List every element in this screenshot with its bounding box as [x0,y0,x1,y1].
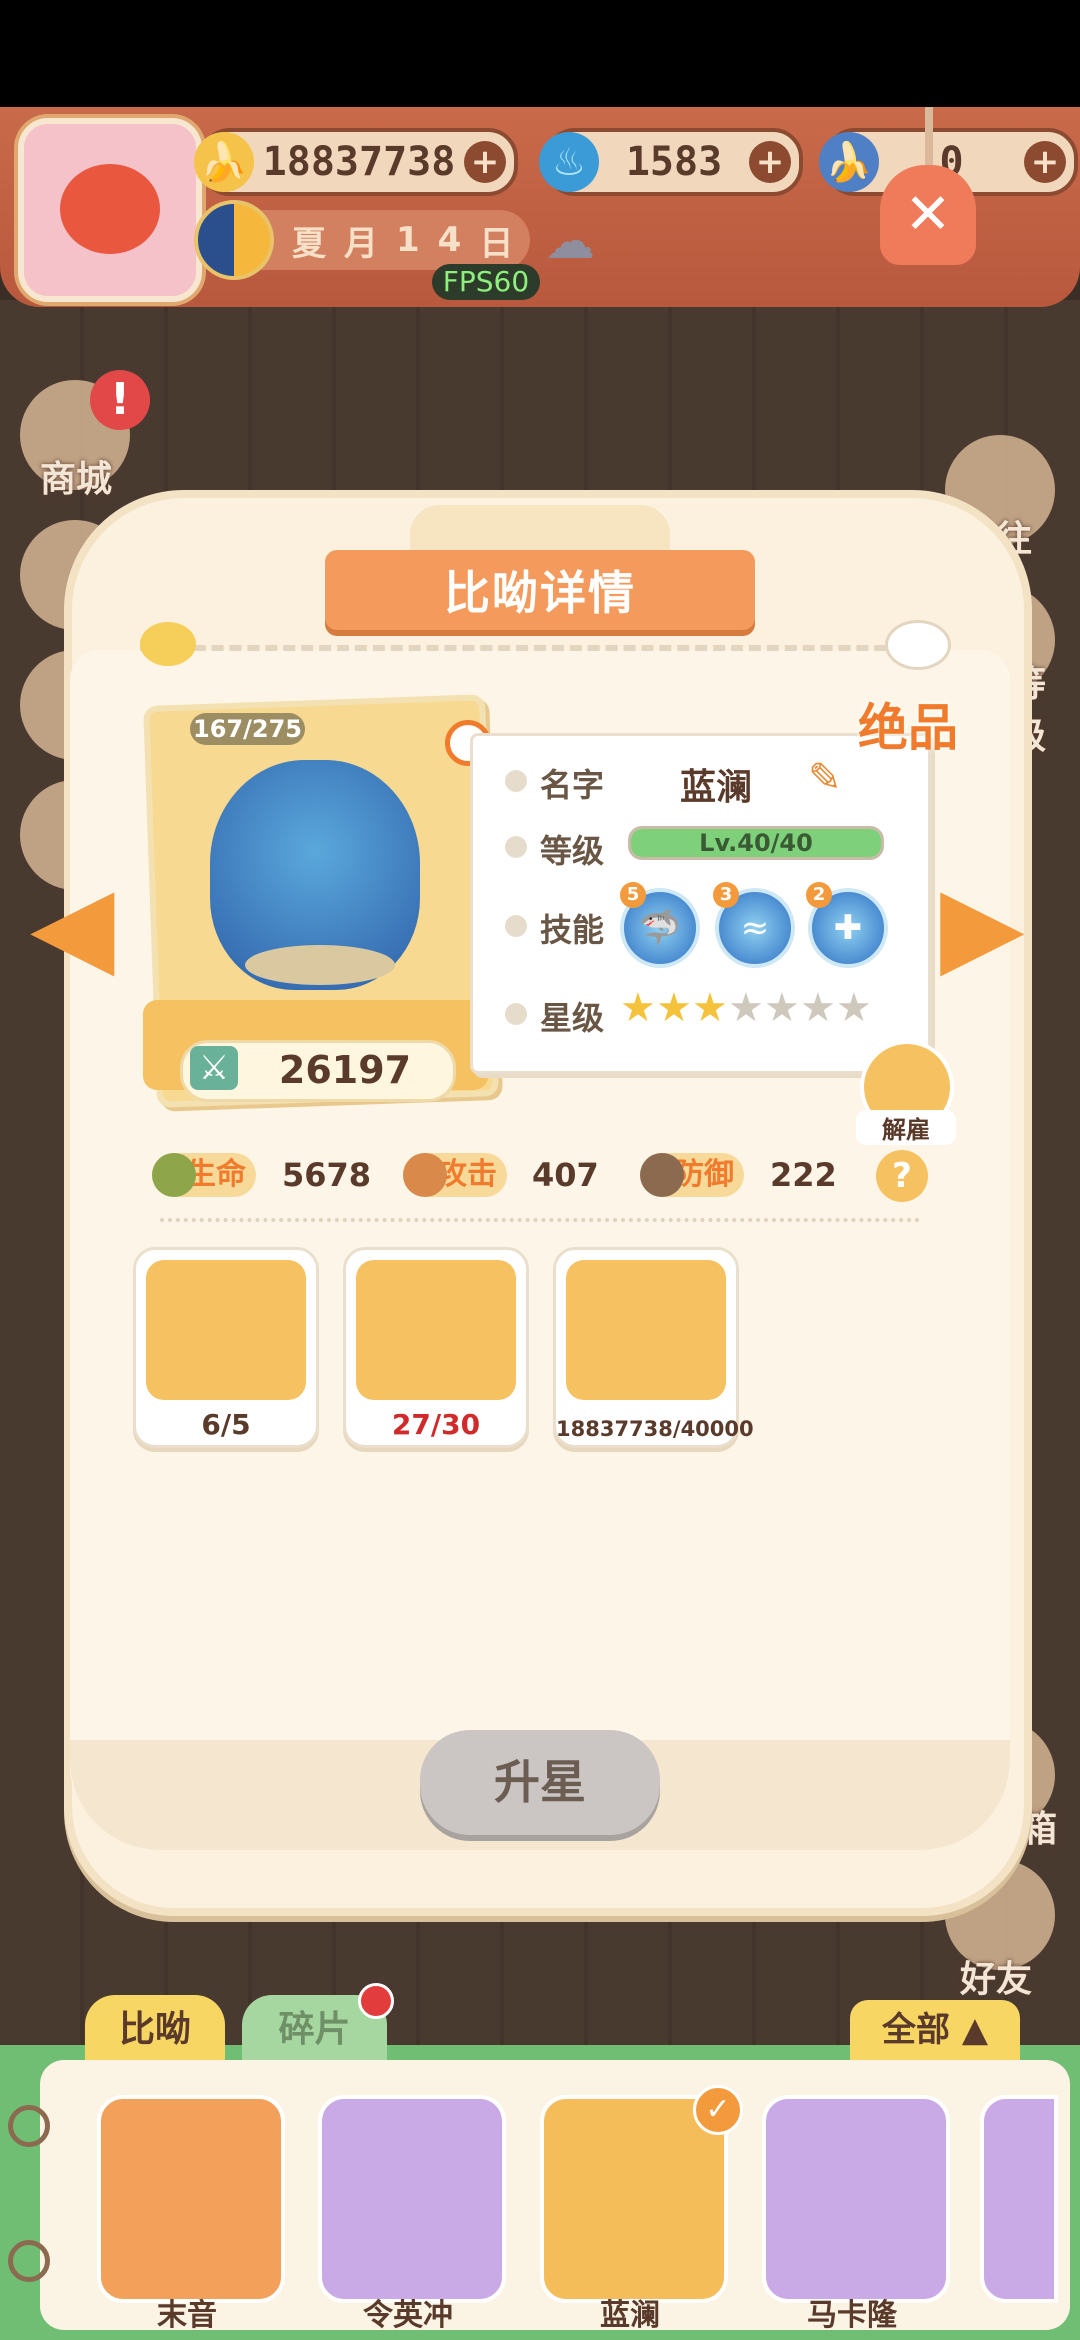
skill-level-badge: 3 [713,882,739,908]
material-slot[interactable]: 27/30 [343,1247,529,1448]
status-bar-area [0,0,1080,107]
help-button[interactable]: ? [876,1150,928,1202]
paw-icon [505,1003,527,1025]
currency-value: 1583 [625,139,723,185]
skill-level-badge: 2 [806,882,832,908]
dashed-divider [140,645,940,651]
level-text: Lv.40/40 [699,829,813,857]
material-slot[interactable]: 18837738/40000 [553,1247,754,1448]
defense-value: 222 [770,1156,837,1194]
crossed-swords-icon: ⚔ [190,1046,238,1090]
skills-label: 技能 [540,911,605,949]
hero-card[interactable] [97,2095,285,2303]
hero-card-name: 末音 [157,2298,217,2333]
previous-hero-arrow-icon[interactable]: ◀ [30,870,140,980]
add-currency-button[interactable]: + [749,141,791,183]
shop-label: 商城 [40,459,113,500]
statue-icon [146,1260,306,1400]
banana-icon [566,1260,726,1400]
dialog-title: 比呦详情 [444,566,636,620]
binder-ring [8,2240,50,2282]
portrait-pedestal [245,945,395,985]
alert-badge: ! [90,370,150,430]
star-empty-icon: ★ [836,985,872,1031]
rename-pencil-icon[interactable]: ✎ [808,755,848,801]
hero-fragment-icon [356,1260,516,1400]
date-char: 1 [396,220,420,260]
player-avatar[interactable] [18,118,202,302]
date-char: 月 [344,223,378,264]
filter-dropdown[interactable]: 全部 ▲ [850,2000,1020,2060]
binder-ring [8,2105,50,2147]
date-char: 夏 [292,223,326,264]
hero-card[interactable] [318,2095,506,2303]
banana-icon: 🍌 [194,132,254,192]
currency-banana: 🍌 18837738 + [194,128,518,196]
chick-icon [140,622,196,666]
hero-card-name: 马卡隆 [807,2298,897,2333]
hp-icon [152,1153,196,1197]
hero-card[interactable] [762,2095,950,2303]
bird-avatar-icon [60,164,160,254]
hero-card-name: 令英冲 [363,2298,453,2333]
paw-icon [505,770,527,792]
add-currency-button[interactable]: + [1024,141,1066,183]
add-currency-button[interactable]: + [464,141,506,183]
star-empty-icon: ★ [728,985,764,1031]
paw-icon [505,836,527,858]
combat-power: 26197 [278,1048,412,1092]
star-empty-icon: ★ [764,985,800,1031]
attack-value: 407 [532,1156,599,1194]
star-filled-icon: ★ [656,985,692,1031]
next-hero-arrow-icon[interactable]: ▶ [940,870,1050,980]
blue-banana-icon: 🍌 [819,132,879,192]
close-button[interactable]: ✕ [880,165,976,265]
level-label: 等级 [540,832,605,870]
blue-flame-icon: ♨ [539,132,599,192]
notification-dot [358,1983,394,2019]
stars-label: 星级 [540,999,605,1037]
paw-icon [505,915,527,937]
name-label: 名字 [540,766,605,804]
hero-card-partial[interactable] [980,2095,1058,2303]
hp-value: 5678 [282,1156,372,1194]
selected-check-icon: ✓ [693,2085,743,2135]
friends-label: 好友 [960,1959,1033,2000]
dialog-title-ribbon: 比呦详情 [325,550,755,630]
hero-card-name: 蓝澜 [600,2298,660,2333]
date-char: 日 [479,223,514,264]
material-count: 6/5 [201,1408,251,1441]
upgrade-star-button[interactable]: 升星 [420,1730,660,1835]
season-date: 夏 月 1 4 日 [194,200,530,280]
attack-icon [403,1153,447,1197]
star-filled-icon: ★ [692,985,728,1031]
currency-value: 18837738 [262,139,456,185]
cloud-icon [885,620,951,670]
material-count: 27/30 [391,1408,481,1441]
star-filled-icon: ★ [620,985,656,1031]
day-night-clock-icon [194,200,274,280]
material-slot[interactable]: 6/5 [133,1247,319,1448]
currency-flame: ♨ 1583 + [539,128,803,196]
level-bar: Lv.40/40 [628,826,884,860]
dismiss-label: 解雇 [856,1110,956,1145]
dotted-divider [160,1218,920,1222]
fps-counter: FPS60 [432,264,540,300]
material-count: 18837738/40000 [556,1417,754,1441]
skill-level-badge: 5 [620,882,646,908]
rain-cloud-icon: ☁ [545,212,595,270]
grade-badge: 绝品 [858,699,958,757]
hero-name: 蓝澜 [680,767,753,808]
tab-heroes[interactable]: 比呦 [85,1995,225,2065]
defense-icon [640,1153,684,1197]
star-empty-icon: ★ [800,985,836,1031]
date-char: 4 [437,220,462,260]
fragment-progress: 167/275 [190,713,305,745]
